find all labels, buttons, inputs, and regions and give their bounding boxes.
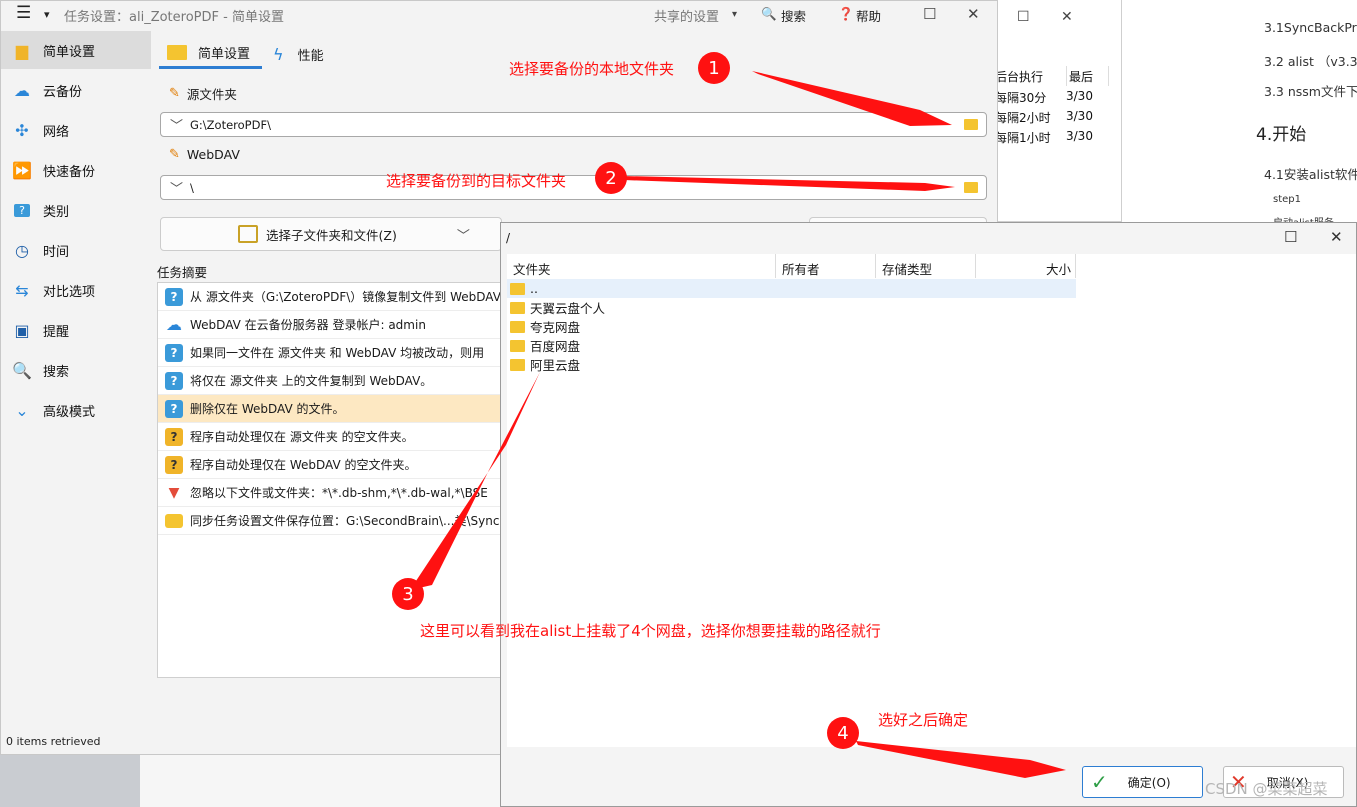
- arrow-4: [856, 741, 1066, 778]
- annotation-text: 选择要备份到的目标文件夹: [386, 172, 567, 190]
- step-marker: 2: [595, 162, 627, 194]
- step-marker: 1: [698, 52, 730, 84]
- step-marker: 3: [392, 578, 424, 610]
- arrow-1: [752, 71, 952, 126]
- annotation-arrows: [410, 71, 1066, 778]
- arrow-3: [410, 372, 540, 590]
- arrow-2: [622, 176, 955, 191]
- annotation-text: 选好之后确定: [878, 711, 969, 729]
- watermark: CSDN @菜菜超菜: [1205, 780, 1328, 798]
- annotation-text: 这里可以看到我在alist上挂载了4个网盘，选择你想要挂载的路径就行: [420, 622, 881, 640]
- step-marker: 4: [827, 717, 859, 749]
- annotation-text: 选择要备份的本地文件夹: [509, 60, 675, 78]
